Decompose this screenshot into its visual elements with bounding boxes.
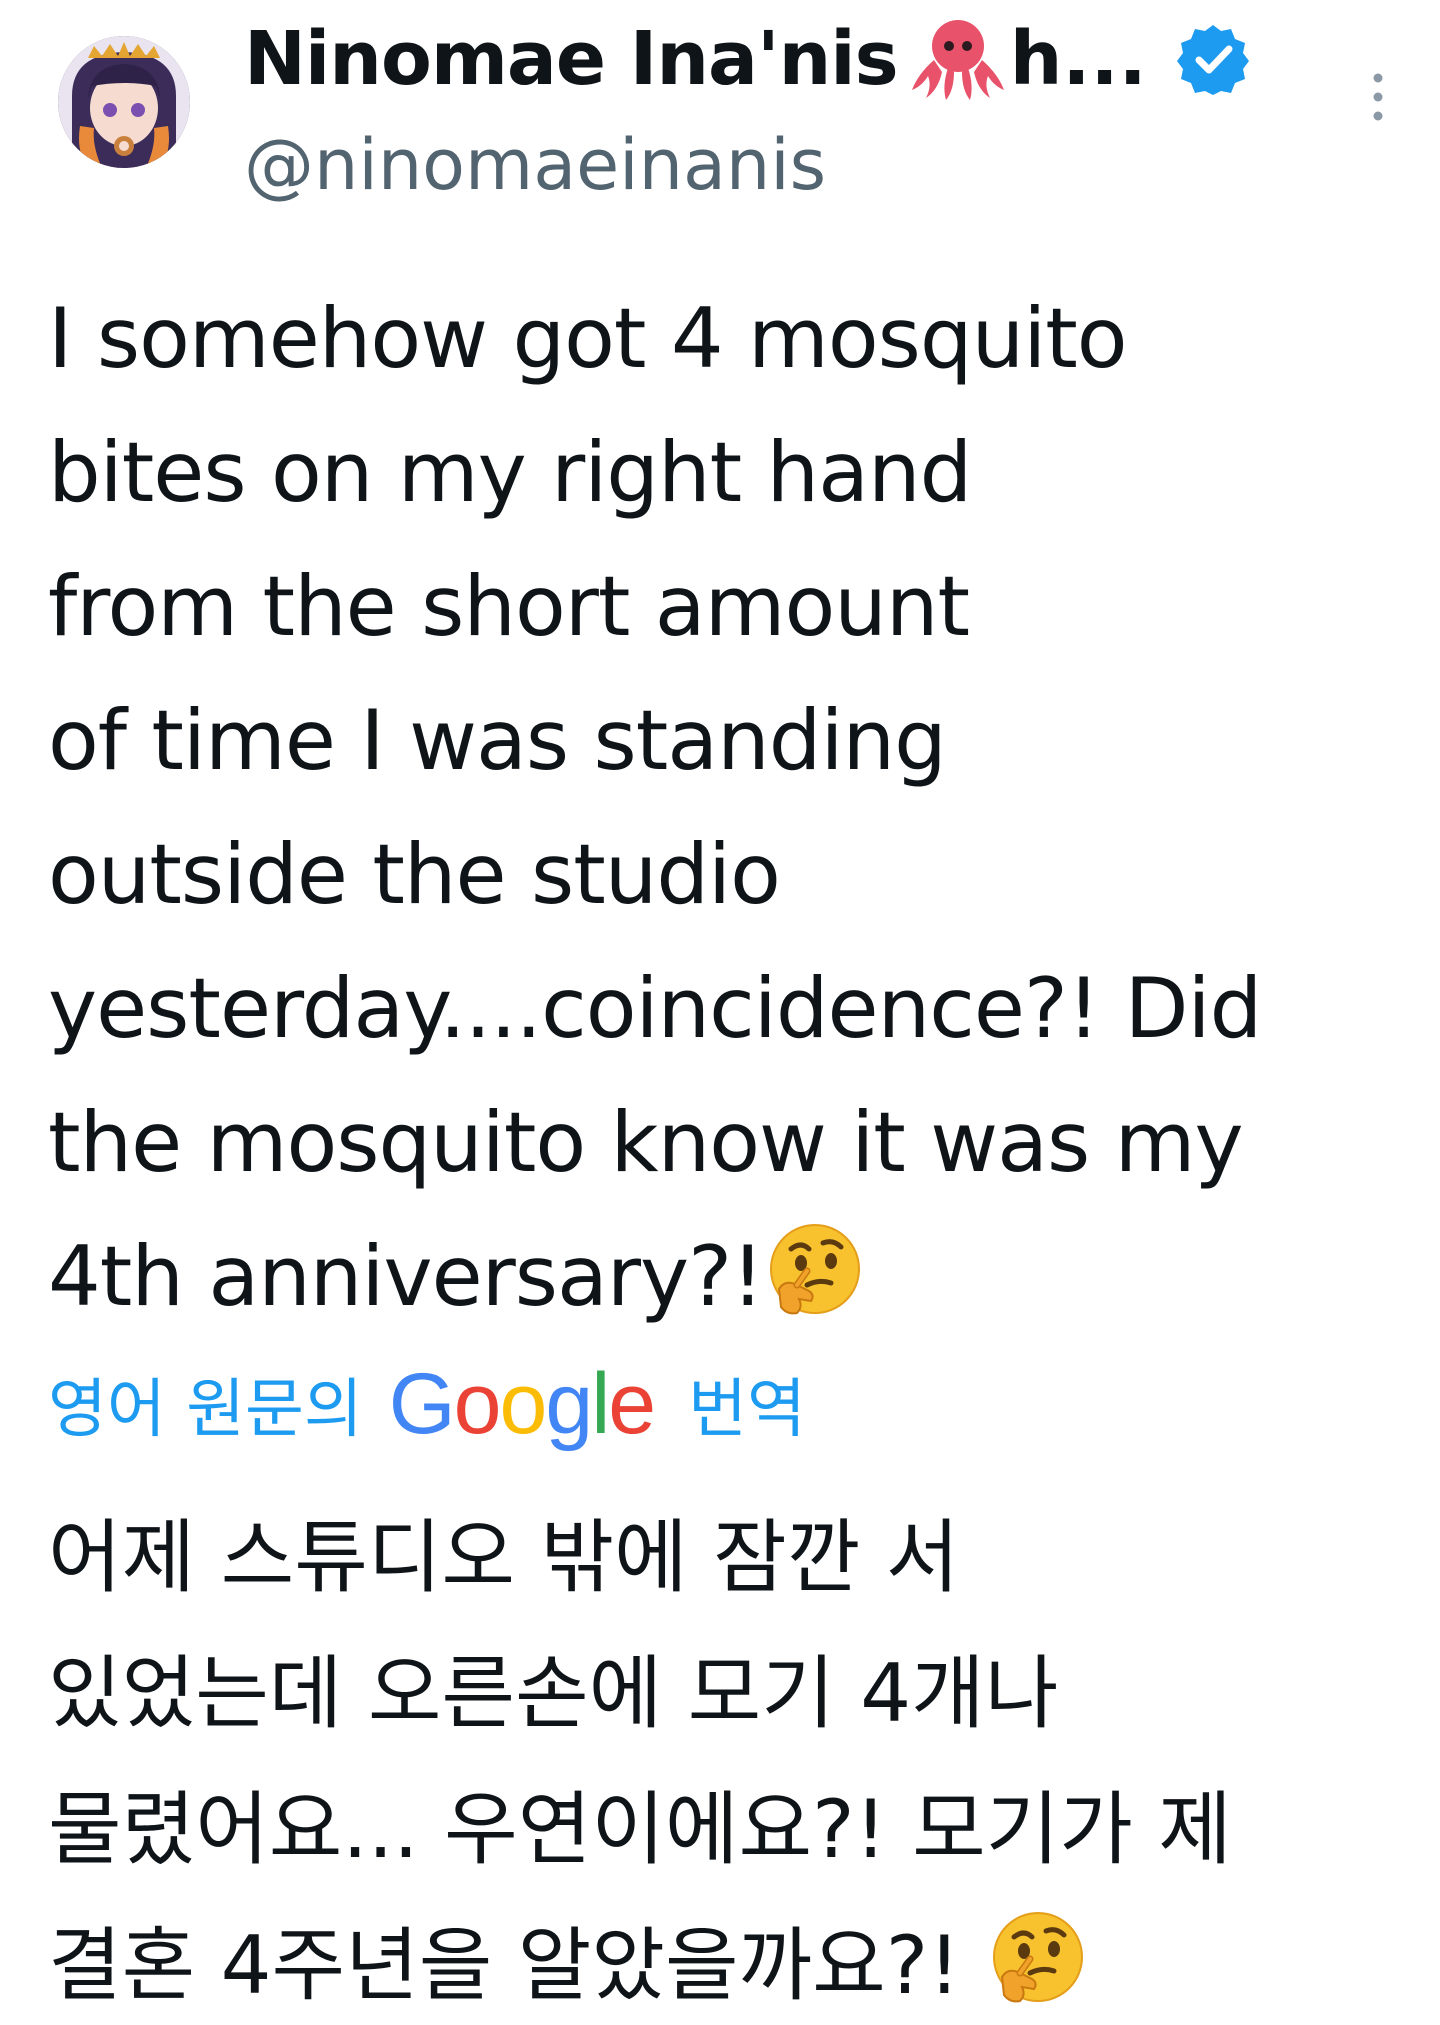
tweet-text-line: from the short amount — [48, 558, 970, 655]
tweet-text-line: 4th anniversary?! — [48, 1228, 764, 1325]
thinking-face-icon — [763, 1219, 867, 1323]
tweet-text: I somehow got 4 mosquito bites on my rig… — [48, 272, 1428, 1344]
translated-text-line: 결혼 4주년을 알았을까요?! — [48, 1919, 961, 2012]
author-handle[interactable]: @ninomaeinanis — [244, 124, 826, 206]
thinking-face-icon — [986, 1907, 1090, 2011]
google-logo: Google — [388, 1355, 656, 1452]
tweet-text-line: outside the studio — [48, 826, 781, 923]
octopus-icon — [908, 16, 1008, 102]
translated-text-line: 물렸어요... 우연이에요?! 모기가 제 — [48, 1783, 1232, 1876]
translation-attribution[interactable]: 영어 원문의 Google 번역 — [48, 1354, 806, 1454]
display-name[interactable]: Ninomae Ina'nis — [244, 16, 899, 102]
tweet: Ninomae Ina'nis h... @ninomaeinanis I so… — [0, 0, 1440, 2025]
translated-text-line: 있었는데 오른손에 모기 4개나 — [48, 1647, 1059, 1740]
tweet-text-line: the mosquito know it was my — [48, 1094, 1244, 1191]
translated-text: 어제 스튜디오 밖에 잠깐 서 있었는데 오른손에 모기 4개나 물렸어요...… — [48, 1490, 1428, 2025]
tweet-text-line: yesterday....coincidence?! Did — [48, 960, 1262, 1057]
more-vertical-icon[interactable] — [1366, 72, 1390, 122]
translation-suffix[interactable]: 번역 — [688, 1358, 806, 1450]
translated-text-line: 어제 스튜디오 밖에 잠깐 서 — [48, 1511, 960, 1604]
display-name-suffix: h... — [1009, 16, 1147, 102]
avatar[interactable] — [58, 36, 190, 168]
translation-prefix[interactable]: 영어 원문의 — [48, 1358, 363, 1450]
verified-badge-icon — [1176, 23, 1249, 95]
tweet-text-last-line: 4th anniversary?! — [48, 1210, 1428, 1344]
translated-text-last-line: 결혼 4주년을 알았을까요?! — [48, 1898, 1428, 2025]
tweet-text-line: I somehow got 4 mosquito — [48, 290, 1128, 387]
tweet-text-line: of time I was standing — [48, 692, 947, 789]
author-name-row[interactable]: Ninomae Ina'nis h... — [244, 14, 1249, 104]
tweet-text-line: bites on my right hand — [48, 424, 972, 521]
